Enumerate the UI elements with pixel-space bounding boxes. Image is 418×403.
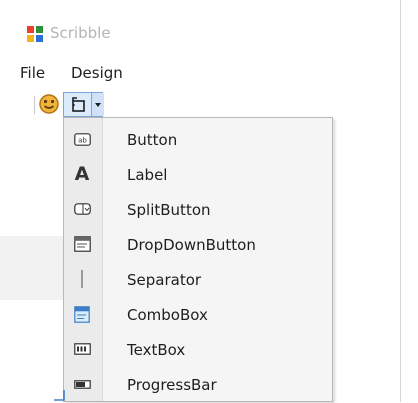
button-icon: ab — [73, 130, 91, 148]
menu-bar: File Design — [0, 60, 400, 88]
dropdown-item-label-control[interactable]: A Label — [64, 157, 332, 193]
dropdown-item-label: TextBox — [127, 341, 186, 359]
split-button-icon — [73, 200, 91, 218]
dropdown-item-text-box[interactable]: TextBox — [64, 332, 332, 368]
menu-file[interactable]: File — [20, 64, 45, 82]
separator-icon — [73, 270, 91, 288]
chevron-down-icon[interactable] — [91, 93, 104, 116]
toolbar — [0, 92, 400, 118]
label-icon: A — [74, 163, 90, 185]
dropdown-item-combo-box[interactable]: ComboBox — [64, 297, 332, 333]
dropdown-item-drop-down-button[interactable]: DropDownButton — [64, 227, 332, 263]
dropdown-item-progress-bar[interactable]: ProgressBar — [64, 367, 332, 403]
progress-bar-icon — [73, 375, 91, 393]
combo-box-icon — [73, 305, 91, 323]
svg-text:ab: ab — [78, 136, 87, 144]
app-icon — [27, 26, 43, 42]
drop-down-button-icon — [73, 235, 91, 253]
app-window: Scribble File Design ab Button A Label S… — [0, 0, 401, 402]
title-bar: Scribble — [0, 0, 400, 50]
dropdown-item-label: Separator — [127, 271, 202, 289]
window-title: Scribble — [50, 24, 111, 42]
dropdown-item-label: SplitButton — [127, 201, 211, 219]
canvas-left-band — [0, 236, 63, 300]
dropdown-item-separator[interactable]: Separator — [64, 262, 332, 298]
text-box-icon — [73, 340, 91, 358]
toolstrip-icon[interactable] — [70, 96, 87, 113]
dropdown-item-label: DropDownButton — [127, 236, 256, 254]
dropdown-item-button[interactable]: ab Button — [64, 122, 332, 158]
dropdown-item-label: ProgressBar — [127, 376, 217, 394]
dropdown-item-label: ComboBox — [127, 306, 208, 324]
resize-grip-icon — [54, 390, 65, 401]
dropdown-item-split-button[interactable]: SplitButton — [64, 192, 332, 228]
menu-design[interactable]: Design — [71, 64, 123, 82]
smiley-icon[interactable] — [38, 93, 60, 115]
add-item-split-button[interactable] — [63, 92, 104, 117]
add-item-dropdown: ab Button A Label SplitButton DropDownBu… — [63, 117, 333, 402]
toolbar-grip[interactable] — [34, 96, 35, 114]
dropdown-item-label: Label — [127, 166, 168, 184]
dropdown-item-label: Button — [127, 131, 178, 149]
